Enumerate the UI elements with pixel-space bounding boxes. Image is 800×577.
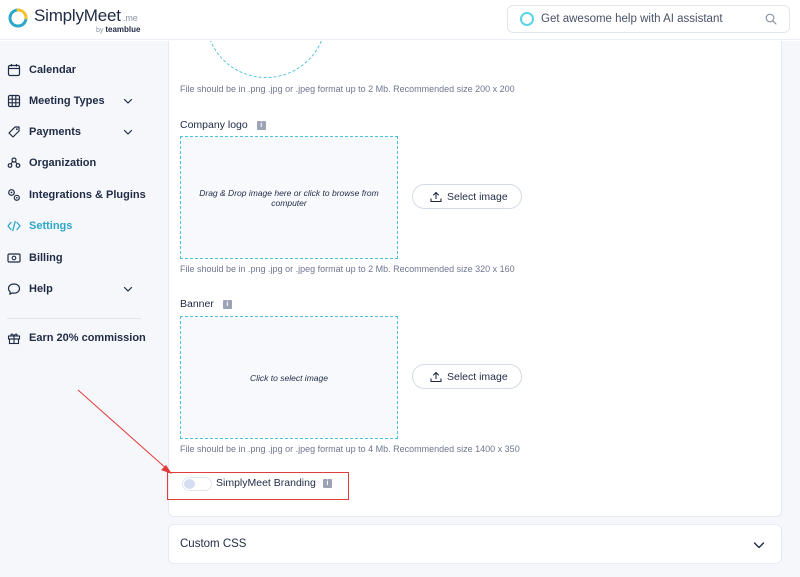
select-image-label: Select image — [447, 190, 508, 203]
ai-assistant-icon — [520, 12, 534, 26]
grid-icon — [7, 94, 21, 108]
company-logo-label-text: Company logo — [180, 119, 248, 131]
select-image-label: Select image — [447, 370, 508, 383]
banner-dropzone-text: Click to select image — [250, 372, 328, 383]
code-icon — [7, 220, 21, 232]
brand-name: SimplyMeet — [34, 6, 121, 25]
brand-byline: by teamblue — [96, 25, 140, 34]
brand-by: by — [96, 27, 104, 34]
sidebar-item-label: Payments — [29, 126, 81, 138]
earn-commission-label: Earn 20% commission — [29, 332, 146, 344]
sidebar-item-calendar[interactable]: Calendar — [0, 58, 148, 82]
chevron-down-icon[interactable] — [123, 284, 133, 294]
company-logo-label: Company logo i — [180, 119, 266, 131]
sidebar-item-label: Settings — [29, 220, 73, 232]
billing-icon — [7, 253, 21, 263]
sidebar-item-label: Meeting Types — [29, 95, 105, 107]
annotation-highlight-box — [167, 472, 349, 500]
chevron-down-icon[interactable] — [123, 96, 133, 106]
info-icon[interactable]: i — [222, 299, 232, 309]
branding-settings-card: File should be in .png .jpg or .jpeg for… — [168, 41, 782, 517]
sidebar-item-earn-commission[interactable]: Earn 20% commission — [0, 326, 148, 350]
sidebar-item-integrations[interactable]: Integrations & Plugins — [0, 183, 148, 207]
calendar-icon — [7, 64, 21, 77]
ai-assistant-placeholder: Get awesome help with AI assistant — [541, 13, 723, 25]
chevron-down-icon[interactable] — [753, 539, 765, 551]
sidebar-item-payments[interactable]: Payments — [0, 120, 148, 144]
sidebar-divider — [7, 318, 141, 319]
sidebar-item-meeting-types[interactable]: Meeting Types — [0, 89, 148, 113]
top-header: SimplyMeet .me by teamblue Get awesome he… — [0, 0, 800, 40]
sidebar-item-label: Organization — [29, 157, 97, 169]
banner-label: Banner i — [180, 298, 232, 310]
simplymeet-logo-icon — [8, 8, 28, 28]
brand-parent: teamblue — [105, 25, 141, 34]
gear-link-icon — [8, 189, 20, 201]
avatar-hint: File should be in .png .jpg or .jpeg for… — [180, 84, 515, 94]
banner-label-text: Banner — [180, 298, 214, 310]
company-logo-dropzone[interactable]: Drag & Drop image here or click to brows… — [180, 136, 398, 259]
sidebar-item-label: Billing — [29, 252, 63, 264]
sidebar-item-settings[interactable]: Settings — [0, 214, 148, 238]
upload-icon — [430, 371, 442, 383]
search-icon[interactable] — [765, 13, 777, 25]
company-logo-hint: File should be in .png .jpg or .jpeg for… — [180, 264, 515, 274]
sidebar-item-help[interactable]: Help — [0, 277, 148, 301]
sidebar-item-organization[interactable]: Organization — [0, 151, 148, 175]
sidebar-item-label: Help — [29, 283, 53, 295]
chevron-down-icon[interactable] — [123, 127, 133, 137]
company-logo-dropzone-text: Drag & Drop image here or click to brows… — [199, 187, 379, 208]
gift-icon — [7, 333, 21, 345]
custom-css-label: Custom CSS — [180, 538, 247, 550]
brand-suffix: .me — [122, 13, 138, 23]
tag-icon — [8, 126, 20, 138]
simplymeet-logo[interactable]: SimplyMeet .me by teamblue — [8, 6, 140, 35]
people-icon — [7, 157, 21, 168]
chat-icon — [7, 283, 21, 295]
custom-css-accordion[interactable]: Custom CSS — [168, 524, 782, 564]
info-icon[interactable]: i — [256, 120, 266, 130]
banner-select-button[interactable]: Select image — [412, 364, 522, 389]
company-logo-select-button[interactable]: Select image — [412, 184, 522, 209]
ai-assistant-search[interactable]: Get awesome help with AI assistant — [507, 5, 790, 33]
banner-hint: File should be in .png .jpg or .jpeg for… — [180, 444, 520, 454]
upload-icon — [430, 191, 442, 203]
sidebar-item-label: Integrations & Plugins — [29, 189, 146, 201]
banner-dropzone[interactable]: Click to select image — [180, 316, 398, 439]
sidebar: Calendar Meeting Types Payments Organiza… — [0, 41, 148, 577]
sidebar-item-label: Calendar — [29, 64, 77, 76]
avatar-dropzone[interactable] — [206, 41, 326, 78]
sidebar-item-billing[interactable]: Billing — [0, 246, 148, 270]
